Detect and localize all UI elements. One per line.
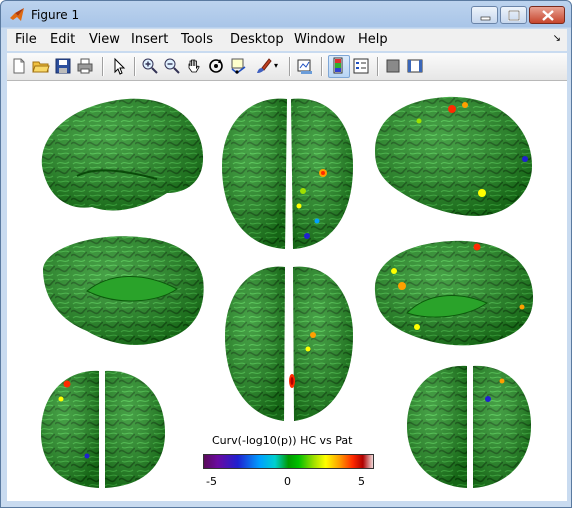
pan-hand-icon[interactable]	[185, 57, 203, 75]
print-icon[interactable]	[76, 57, 94, 75]
anterior-brain	[407, 365, 531, 488]
data-cursor-icon[interactable]	[229, 57, 247, 75]
superior-brain	[222, 98, 353, 249]
figure-canvas: Curv(-log10(p)) HC vs Pat -5 0 5	[7, 81, 567, 501]
brush-icon[interactable]	[254, 57, 272, 75]
colorbar-button[interactable]	[328, 55, 350, 78]
figure-toolbar: ▾	[7, 53, 567, 81]
matlab-logo-icon	[10, 8, 24, 21]
close-button[interactable]	[529, 6, 565, 24]
menu-view[interactable]: View	[89, 32, 120, 47]
right-lateral-brain	[375, 96, 532, 216]
colorbar-tick-zero: 0	[284, 475, 291, 488]
figure-window: Figure 1 File Edit View Insert Tools Des…	[0, 0, 572, 508]
left-lateral-brain	[41, 98, 204, 211]
right-medial-brain	[374, 240, 534, 346]
menu-file[interactable]: File	[15, 32, 37, 47]
link-plot-icon[interactable]	[296, 57, 314, 75]
inferior-brain	[225, 266, 353, 421]
posterior-brain	[41, 370, 165, 488]
new-figure-icon[interactable]	[10, 57, 28, 75]
legend-icon[interactable]	[352, 57, 370, 75]
show-plot-tools-icon[interactable]	[406, 57, 424, 75]
brush-dropdown-icon[interactable]: ▾	[274, 57, 282, 75]
dock-figure-icon[interactable]: ↘	[553, 33, 561, 44]
hide-plot-tools-icon[interactable]	[384, 57, 402, 75]
colorbar-title: Curv(-log10(p)) HC vs Pat	[212, 434, 353, 447]
window-title: Figure 1	[31, 8, 80, 22]
menu-desktop[interactable]: Desktop	[230, 32, 284, 47]
colorbar-tick-min: -5	[206, 475, 217, 488]
save-icon[interactable]	[54, 57, 72, 75]
left-medial-brain	[42, 236, 204, 345]
menu-tools[interactable]: Tools	[181, 32, 213, 47]
menu-window[interactable]: Window	[294, 32, 345, 47]
menu-help[interactable]: Help	[358, 32, 388, 47]
colorbar-icon	[333, 57, 343, 74]
menu-edit[interactable]: Edit	[50, 32, 75, 47]
zoom-in-icon[interactable]	[141, 57, 159, 75]
zoom-out-icon[interactable]	[163, 57, 181, 75]
colorbar	[203, 454, 374, 469]
minimize-button[interactable]	[471, 6, 498, 24]
rotate-3d-icon[interactable]	[207, 57, 225, 75]
colorbar-tick-max: 5	[358, 475, 365, 488]
menu-bar: File Edit View Insert Tools Desktop Wind…	[7, 29, 567, 51]
open-file-icon[interactable]	[32, 57, 50, 75]
menu-insert[interactable]: Insert	[131, 32, 168, 47]
maximize-button[interactable]	[500, 6, 527, 24]
title-bar[interactable]: Figure 1	[1, 1, 571, 29]
arrow-pointer-icon[interactable]	[110, 57, 128, 75]
